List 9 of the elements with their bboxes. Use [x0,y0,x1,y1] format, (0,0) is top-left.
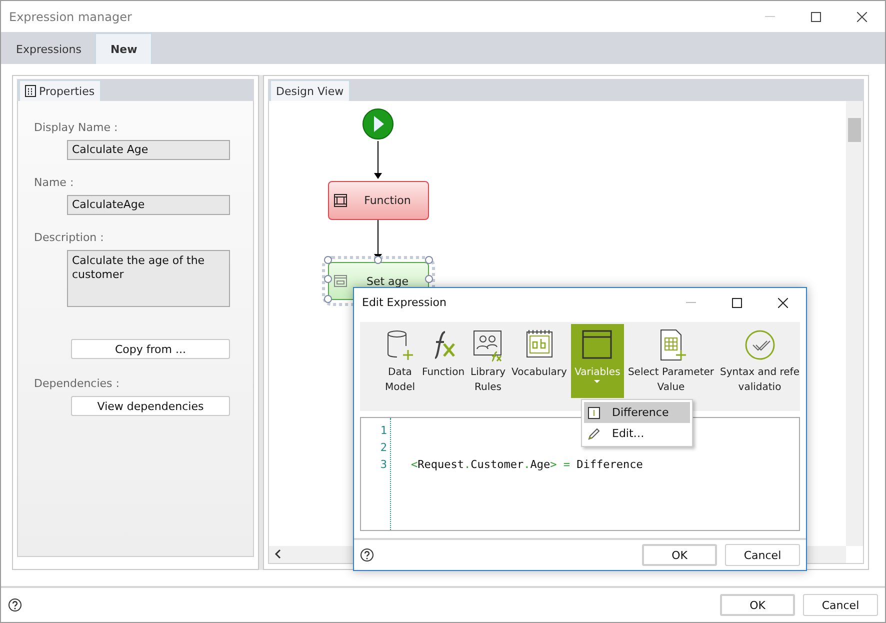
field-label: Display Name : [34,121,119,134]
dependencies-label: Dependencies : [34,377,120,390]
field-label: Description : [34,231,105,244]
line-number: 3 [380,457,387,473]
window-title: Expression manager [9,10,133,24]
line-number: 2 [380,440,387,456]
code-line: <Request.Customer.Age> = Difference [411,458,643,471]
line-number: 1 [380,423,387,439]
field-label: Name : [34,176,75,189]
